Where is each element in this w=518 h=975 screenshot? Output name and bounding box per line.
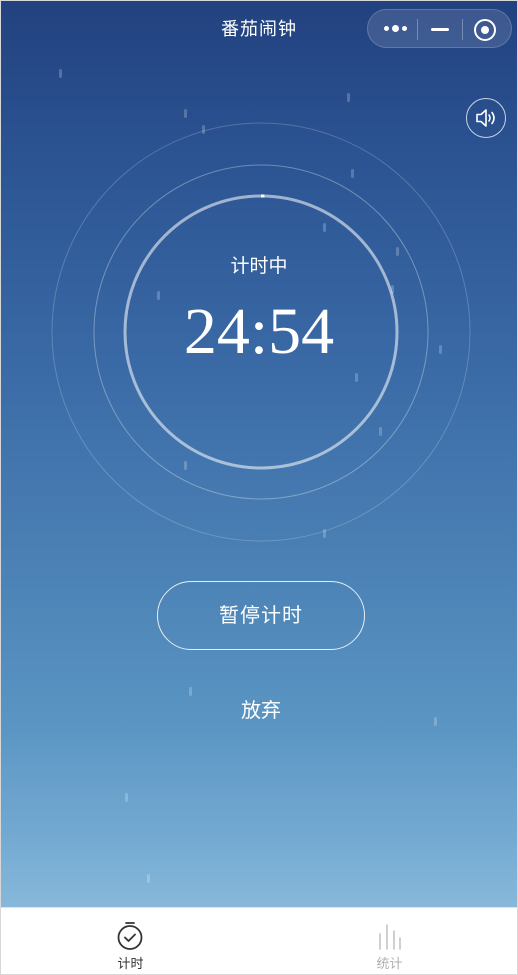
raindrop	[147, 874, 150, 883]
raindrop	[125, 793, 128, 802]
tab-label: 统计	[376, 957, 403, 972]
raindrop	[189, 687, 192, 696]
water-surface	[1, 727, 517, 907]
pause-timer-button[interactable]: 暂停计时	[157, 581, 365, 650]
tab-timer[interactable]: 计时	[1, 908, 260, 974]
app-window: 番茄闹钟 计时中 24:54 暂停计时 放弃 计时 统计	[0, 0, 518, 975]
abandon-button[interactable]: 放弃	[211, 693, 311, 727]
raindrop	[434, 717, 437, 726]
tab-statistics[interactable]: 统计	[260, 908, 517, 974]
tab-bar: 计时 统计	[1, 907, 517, 974]
tab-label: 计时	[117, 957, 144, 972]
timer-rings	[51, 122, 471, 542]
bar-chart-icon	[379, 924, 401, 950]
stopwatch-icon	[117, 922, 143, 950]
timer-remaining: 24:54	[183, 295, 335, 368]
timer-status: 计时中	[230, 255, 288, 277]
